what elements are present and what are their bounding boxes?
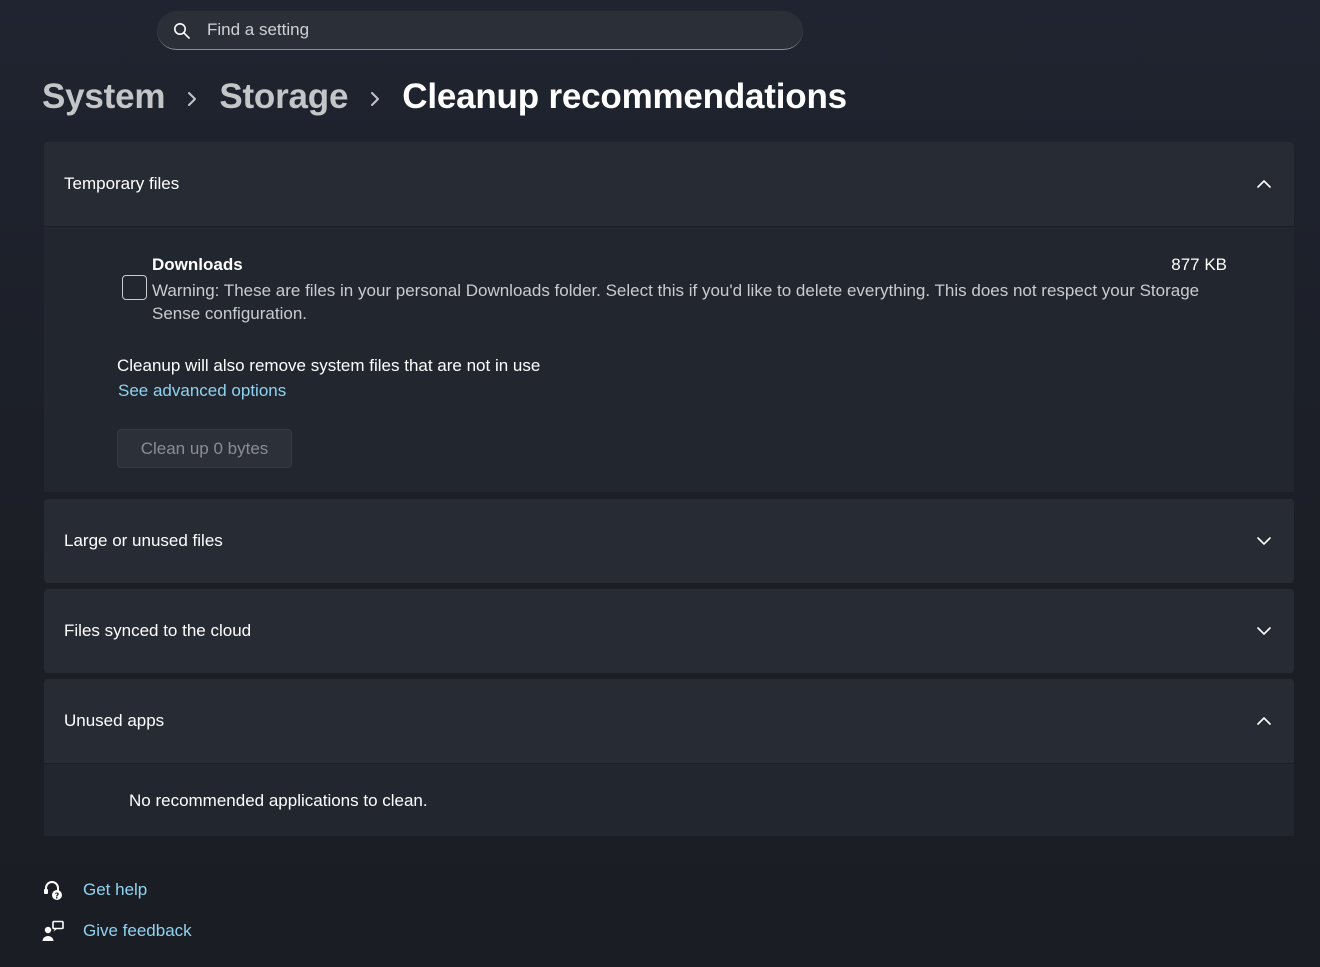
section-title: Temporary files [64,174,180,193]
settings-page: System Storage Cleanup recommendations T… [0,0,1320,967]
breadcrumb-storage[interactable]: Storage [219,77,348,117]
breadcrumb: System Storage Cleanup recommendations [42,72,847,122]
get-help-label[interactable]: Get help [83,880,147,900]
chevron-down-icon [1257,627,1271,635]
section-title: Large or unused files [64,531,223,550]
see-advanced-options-link[interactable]: See advanced options [118,381,286,401]
section-body-temporary-files: Downloads 877 KB Warning: These are file… [44,226,1294,492]
downloads-size: 877 KB [1171,255,1227,274]
search-input[interactable] [207,11,787,49]
section-header-large-unused-files[interactable]: Large or unused files [44,499,1294,583]
clean-up-button[interactable]: Clean up 0 bytes [117,429,292,468]
chevron-right-icon [165,77,219,117]
svg-text:?: ? [55,892,60,901]
chevron-up-icon [1257,180,1271,188]
section-title: Unused apps [64,711,165,730]
chevron-down-icon [1257,537,1271,545]
help-chat-icon: ? [44,881,62,901]
search-icon [174,23,190,39]
section-unused-apps: Unused apps No recommended applications … [44,679,1294,836]
downloads-item: Downloads 877 KB Warning: These are file… [44,227,1294,335]
downloads-checkbox[interactable] [122,275,147,300]
search-box[interactable] [157,11,803,50]
section-header-unused-apps[interactable]: Unused apps [44,679,1294,763]
section-header-temporary-files[interactable]: Temporary files [44,142,1294,226]
system-files-note: Cleanup will also remove system files th… [117,356,541,375]
section-header-files-synced-cloud[interactable]: Files synced to the cloud [44,589,1294,673]
downloads-warning: Warning: These are files in your persona… [152,281,1200,323]
page-title: Cleanup recommendations [402,77,847,116]
section-body-unused-apps: No recommended applications to clean. [44,763,1294,836]
chevron-right-icon [348,77,402,117]
section-large-unused-files: Large or unused files [44,499,1294,583]
chevron-up-icon [1257,717,1271,725]
breadcrumb-system[interactable]: System [42,77,166,117]
no-apps-message: No recommended applications to clean. [129,791,428,810]
give-feedback-label[interactable]: Give feedback [83,921,192,941]
downloads-title: Downloads [152,255,243,274]
feedback-icon [42,920,64,941]
get-help-link[interactable]: ? Get help [42,879,147,901]
section-files-synced-cloud: Files synced to the cloud [44,589,1294,673]
section-temporary-files: Temporary files Downloads 877 KB Warning… [44,142,1294,492]
give-feedback-link[interactable]: Give feedback [42,920,192,942]
section-title: Files synced to the cloud [64,621,252,640]
